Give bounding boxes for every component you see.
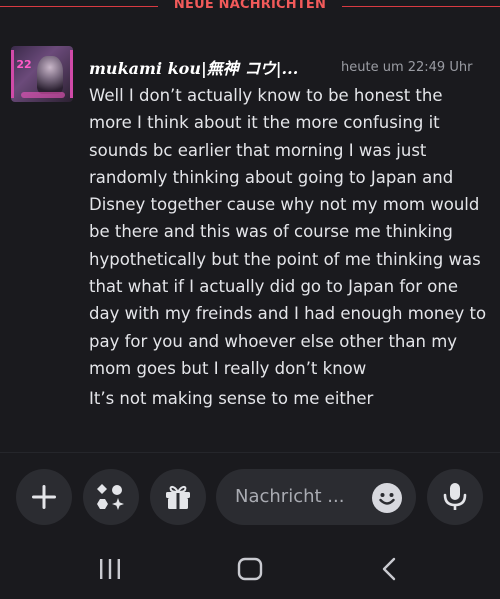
message-paragraph: Well I don’t actually know to be honest … [89,86,487,378]
emoji-button[interactable] [372,483,402,513]
apps-icon [97,484,124,510]
microphone-icon [443,483,467,510]
message-paragraph: It’s not making sense to me either [89,389,374,409]
recents-icon[interactable] [98,558,122,580]
voice-message-button[interactable] [427,469,483,525]
avatar-badge: 22 [16,58,32,71]
message-content: Well I don’t actually know to be honest … [89,82,489,413]
system-nav-bar [0,538,500,599]
apps-button[interactable] [83,469,139,525]
message-timestamp: heute um 22:49 Uhr [341,60,473,75]
add-attachment-button[interactable] [16,469,72,525]
new-messages-divider: NEUE NACHRICHTEN [0,0,500,14]
divider-line-left [0,6,158,7]
divider-line-right [342,6,500,7]
gift-icon [166,485,190,509]
gift-button[interactable] [150,469,206,525]
avatar[interactable]: 22 [11,46,73,102]
emoji-icon [379,493,395,505]
back-icon[interactable] [380,557,398,581]
avatar-frame-right [70,50,73,98]
new-messages-label: NEUE NACHRICHTEN [173,0,327,12]
avatar-glow [21,92,65,98]
avatar-figure [37,56,63,94]
composer-separator [0,452,500,453]
home-icon[interactable] [237,557,263,581]
message-username[interactable]: mukami kou|無神 コウ|... [89,55,329,79]
chat-screen: NEUE NACHRICHTEN 22 mukami kou|無神 コウ|...… [0,0,500,599]
message-input-placeholder: Nachricht ... [235,486,345,507]
avatar-frame-left [11,50,14,98]
plus-icon [32,485,56,509]
